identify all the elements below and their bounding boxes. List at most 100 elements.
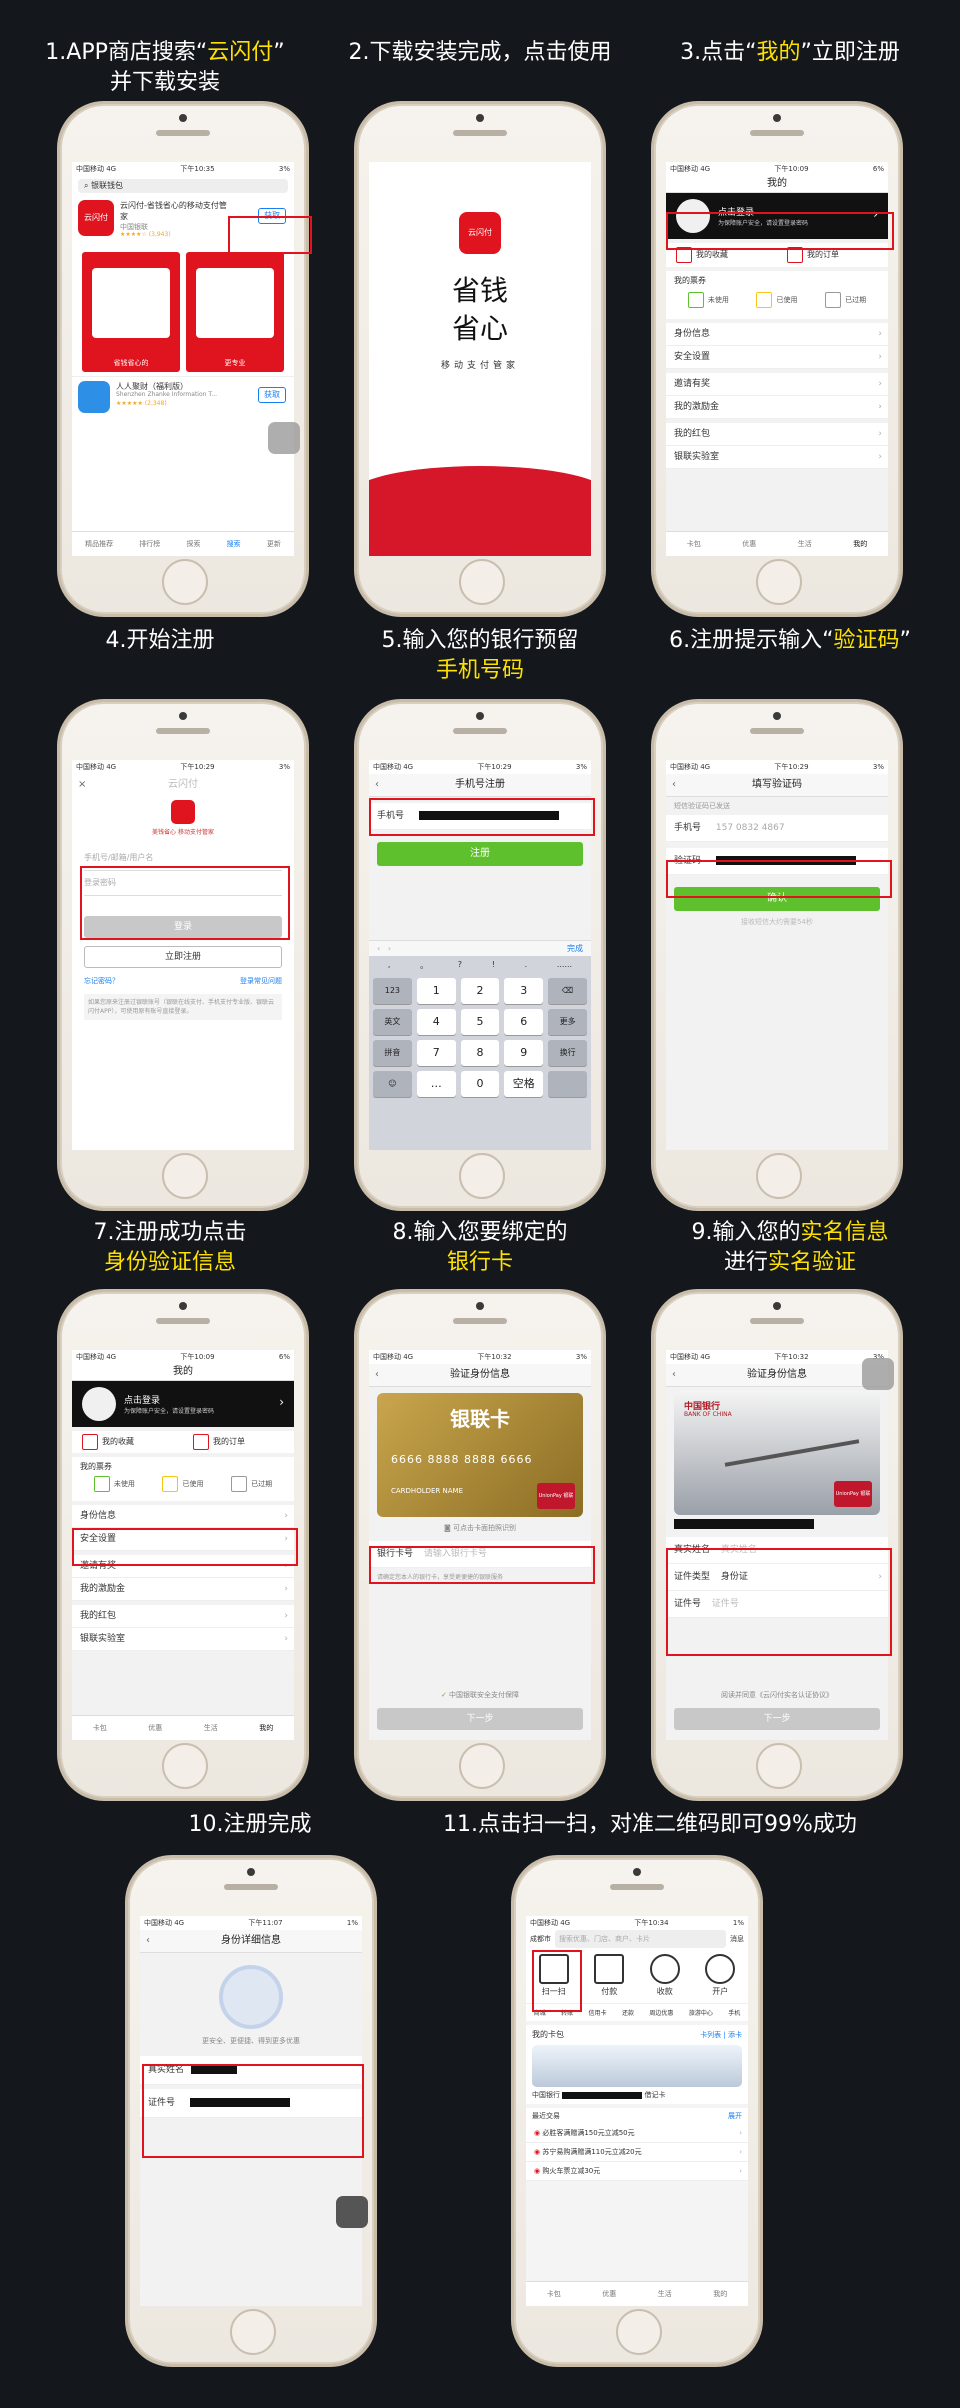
tab-life[interactable]: 生活 <box>798 539 812 549</box>
row-incentive[interactable]: 我的激励金 › <box>72 1578 294 1601</box>
offer-row[interactable]: ◉ 必胜客满赠满150元立减50元 › <box>526 2124 748 2143</box>
key[interactable]: 7 <box>416 1040 456 1066</box>
offer-row[interactable]: ◉ 购火车票立减30元 › <box>526 2162 748 2181</box>
coupon-unused[interactable]: 未使用 <box>93 1476 135 1492</box>
expand-link[interactable]: 展开 <box>728 2108 742 2124</box>
next-button[interactable]: 下一步 <box>377 1708 583 1730</box>
key[interactable]: … <box>416 1071 456 1097</box>
tab-charts[interactable]: 排行榜 <box>139 539 160 549</box>
bank-card-thumb[interactable] <box>532 2045 742 2087</box>
key[interactable]: 8 <box>460 1040 500 1066</box>
tab-mine[interactable]: 我的 <box>259 1723 273 1733</box>
service-travel[interactable]: 旅游中心 <box>689 2008 713 2017</box>
tab-life[interactable]: 生活 <box>204 1723 218 1733</box>
coupon-expired[interactable]: 已过期 <box>231 1476 272 1492</box>
tab-mine[interactable]: 我的 <box>853 539 867 549</box>
coupon-used[interactable]: 已使用 <box>162 1476 203 1492</box>
scan-card-hint[interactable]: ◙ 可点击卡面拍照识别 <box>369 1523 591 1533</box>
key[interactable]: 6 <box>504 1009 544 1035</box>
key[interactable]: 1 <box>416 978 456 1004</box>
tab-featured[interactable]: 精品推荐 <box>85 539 113 549</box>
assistive-touch-icon[interactable] <box>862 1358 894 1390</box>
tab-search[interactable]: 搜索 <box>227 539 241 549</box>
favorites-link[interactable]: 我的收藏 <box>72 1431 183 1453</box>
key[interactable]: ⌫ <box>548 978 587 1004</box>
key[interactable]: 空格 <box>504 1071 544 1097</box>
service-repay[interactable]: 还款 <box>622 2008 634 2017</box>
coupon-unused[interactable]: 未使用 <box>687 292 729 308</box>
row-identity[interactable]: 身份信息 › <box>666 323 888 346</box>
key[interactable]: ☺ <box>373 1071 412 1097</box>
key[interactable]: 4 <box>416 1009 456 1035</box>
assistive-touch-icon[interactable] <box>268 422 300 454</box>
back-icon[interactable]: ‹ <box>672 774 676 796</box>
get-button-2[interactable]: 获取 <box>258 387 286 403</box>
coupon-expired[interactable]: 已过期 <box>825 292 866 308</box>
row-redpacket[interactable]: 我的红包 › <box>72 1605 294 1628</box>
punct-bar[interactable]: ,。?!....... <box>373 960 587 974</box>
phone-step-8: 中国移动 4G 下午10:32 3% ‹ 验证身份信息 银联卡 6666 8888 8… <box>357 1292 603 1798</box>
offer-row[interactable]: ◉ 苏宁易购满赠满110元立减20元 › <box>526 2143 748 2162</box>
key[interactable] <box>548 1071 587 1097</box>
keyboard-arrows[interactable]: ‹ › <box>377 944 391 953</box>
forgot-password-link[interactable]: 忘记密码？ <box>84 976 119 986</box>
orders-link[interactable]: 我的订单 <box>183 1431 294 1453</box>
add-user-icon <box>705 1954 736 1984</box>
agreement-link[interactable]: 阅读并同意《云闪付实名认证协议》 <box>666 1690 888 1700</box>
key[interactable]: 123 <box>373 978 412 1004</box>
key[interactable]: 2 <box>460 978 500 1004</box>
tab-life[interactable]: 生活 <box>658 2289 672 2299</box>
login-faq-link[interactable]: 登录常见问题 <box>240 976 282 986</box>
tab-wallet[interactable]: 卡包 <box>687 539 701 549</box>
key[interactable]: 9 <box>504 1040 544 1066</box>
service-nearby[interactable]: 周边优惠 <box>649 2008 673 2017</box>
row-lab[interactable]: 银联实验室 › <box>666 446 888 469</box>
tab-mine[interactable]: 我的 <box>713 2289 727 2299</box>
back-icon[interactable]: ‹ <box>375 774 379 796</box>
back-icon[interactable]: ‹ <box>672 1364 676 1386</box>
login-banner[interactable]: 点击登录 为保障账户安全，请设置登录密码 › <box>72 1381 294 1427</box>
card-list-link[interactable]: 卡列表 <box>700 2031 721 2039</box>
tab-offers[interactable]: 优惠 <box>742 539 756 549</box>
search-bar[interactable]: ⌕ 银联钱包 <box>78 179 288 193</box>
row-identity[interactable]: 身份信息 › <box>72 1505 294 1528</box>
register-button[interactable]: 立即注册 <box>84 946 282 968</box>
coupon-used[interactable]: 已使用 <box>756 292 797 308</box>
key[interactable]: 0 <box>460 1071 500 1097</box>
receive-button[interactable]: 收款 <box>649 1954 680 1997</box>
done-button[interactable]: 完成 <box>567 941 583 957</box>
service-credit[interactable]: 信用卡 <box>589 2008 607 2017</box>
key[interactable]: 3 <box>504 978 544 1004</box>
key[interactable]: 英文 <box>373 1009 412 1035</box>
row-security[interactable]: 安全设置 › <box>666 346 888 369</box>
messages-button[interactable]: 消息 <box>730 1930 744 1948</box>
search-input[interactable]: 搜索优惠、门店、商户、卡片 <box>555 1930 726 1948</box>
add-card-link[interactable]: 添卡 <box>728 2031 742 2039</box>
tab-explore[interactable]: 探索 <box>186 539 200 549</box>
key[interactable]: 更多 <box>548 1009 587 1035</box>
back-icon[interactable]: ‹ <box>375 1364 379 1386</box>
register-button[interactable]: 注册 <box>377 842 583 866</box>
assistive-touch-icon[interactable] <box>336 2196 368 2228</box>
caption-step-1: 1.APP商店搜索“云闪付” 并下载安装 <box>45 40 285 95</box>
open-account-button[interactable]: 开户 <box>705 1954 736 1997</box>
pay-button[interactable]: 付款 <box>594 1954 625 1997</box>
key[interactable]: 5 <box>460 1009 500 1035</box>
tab-wallet[interactable]: 卡包 <box>93 1723 107 1733</box>
row-incentive[interactable]: 我的激励金 › <box>666 396 888 419</box>
city-selector[interactable]: 成都市 <box>530 1930 551 1948</box>
tab-offers[interactable]: 优惠 <box>148 1723 162 1733</box>
back-icon[interactable]: ‹ <box>146 1930 150 1952</box>
key[interactable]: 换行 <box>548 1040 587 1066</box>
tab-offers[interactable]: 优惠 <box>602 2289 616 2299</box>
tab-wallet[interactable]: 卡包 <box>547 2289 561 2299</box>
close-icon[interactable]: × <box>78 774 86 796</box>
tab-updates[interactable]: 更新 <box>267 539 281 549</box>
row-lab[interactable]: 银联实验室 › <box>72 1628 294 1651</box>
service-phone[interactable]: 手机 <box>728 2008 740 2017</box>
key[interactable]: 拼音 <box>373 1040 412 1066</box>
next-button[interactable]: 下一步 <box>674 1708 880 1730</box>
unionpay-logo-icon: UnionPay 银联 <box>834 1481 872 1507</box>
row-invite[interactable]: 邀请有奖 › <box>666 373 888 396</box>
row-redpacket[interactable]: 我的红包 › <box>666 423 888 446</box>
